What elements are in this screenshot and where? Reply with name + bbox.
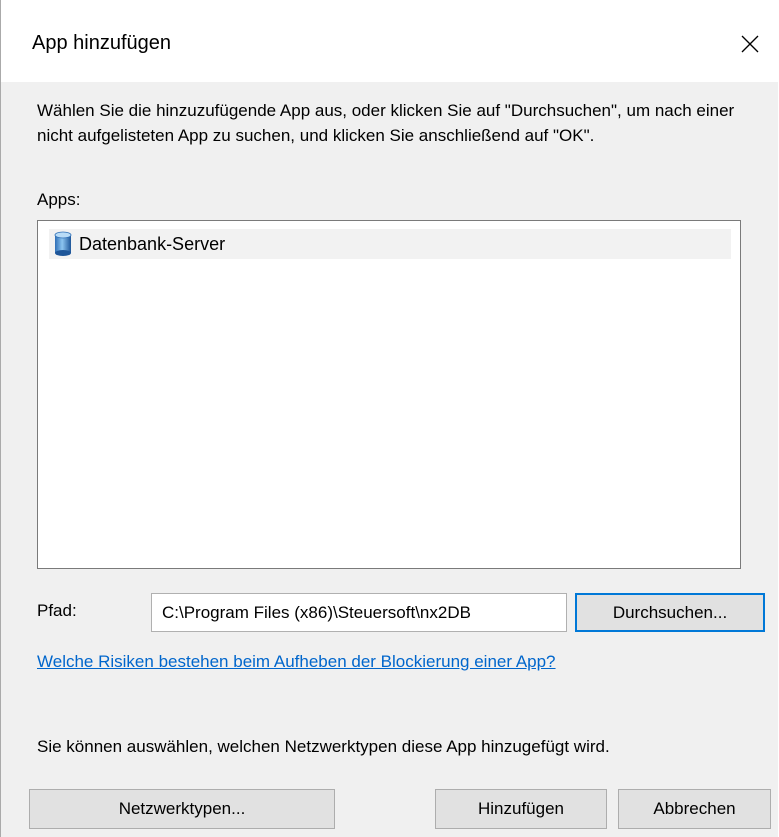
add-app-dialog: App hinzufügen Wählen Sie die hinzuzufüg… <box>0 0 779 837</box>
list-item-label: Datenbank-Server <box>79 233 226 254</box>
cancel-button[interactable]: Abbrechen <box>618 789 771 829</box>
instruction-text: Wählen Sie die hinzuzufügende App aus, o… <box>37 101 735 145</box>
apps-label: Apps: <box>37 190 81 209</box>
path-input[interactable] <box>151 593 567 632</box>
add-button-label: Hinzufügen <box>477 799 564 818</box>
help-link[interactable]: Welche Risiken bestehen beim Aufheben de… <box>37 652 556 672</box>
network-info-text: Sie können auswählen, welchen Netzwerkty… <box>37 737 610 756</box>
apps-listbox[interactable]: Datenbank-Server <box>37 220 741 569</box>
network-types-button[interactable]: Netzwerktypen... <box>29 789 335 829</box>
network-types-button-label: Netzwerktypen... <box>118 799 246 818</box>
browse-button-label: Durchsuchen... <box>612 602 728 622</box>
close-button[interactable] <box>721 15 779 73</box>
path-label: Pfad: <box>37 601 77 620</box>
database-server-icon <box>54 231 72 256</box>
add-button[interactable]: Hinzufügen <box>435 789 607 829</box>
title-bar: App hinzufügen <box>1 0 779 82</box>
dialog-title: App hinzufügen <box>32 32 172 54</box>
list-item-datenbank-server[interactable]: Datenbank-Server <box>49 229 731 259</box>
cancel-button-label: Abbrechen <box>653 799 736 818</box>
close-icon <box>741 35 759 53</box>
browse-button[interactable]: Durchsuchen... <box>575 593 765 632</box>
